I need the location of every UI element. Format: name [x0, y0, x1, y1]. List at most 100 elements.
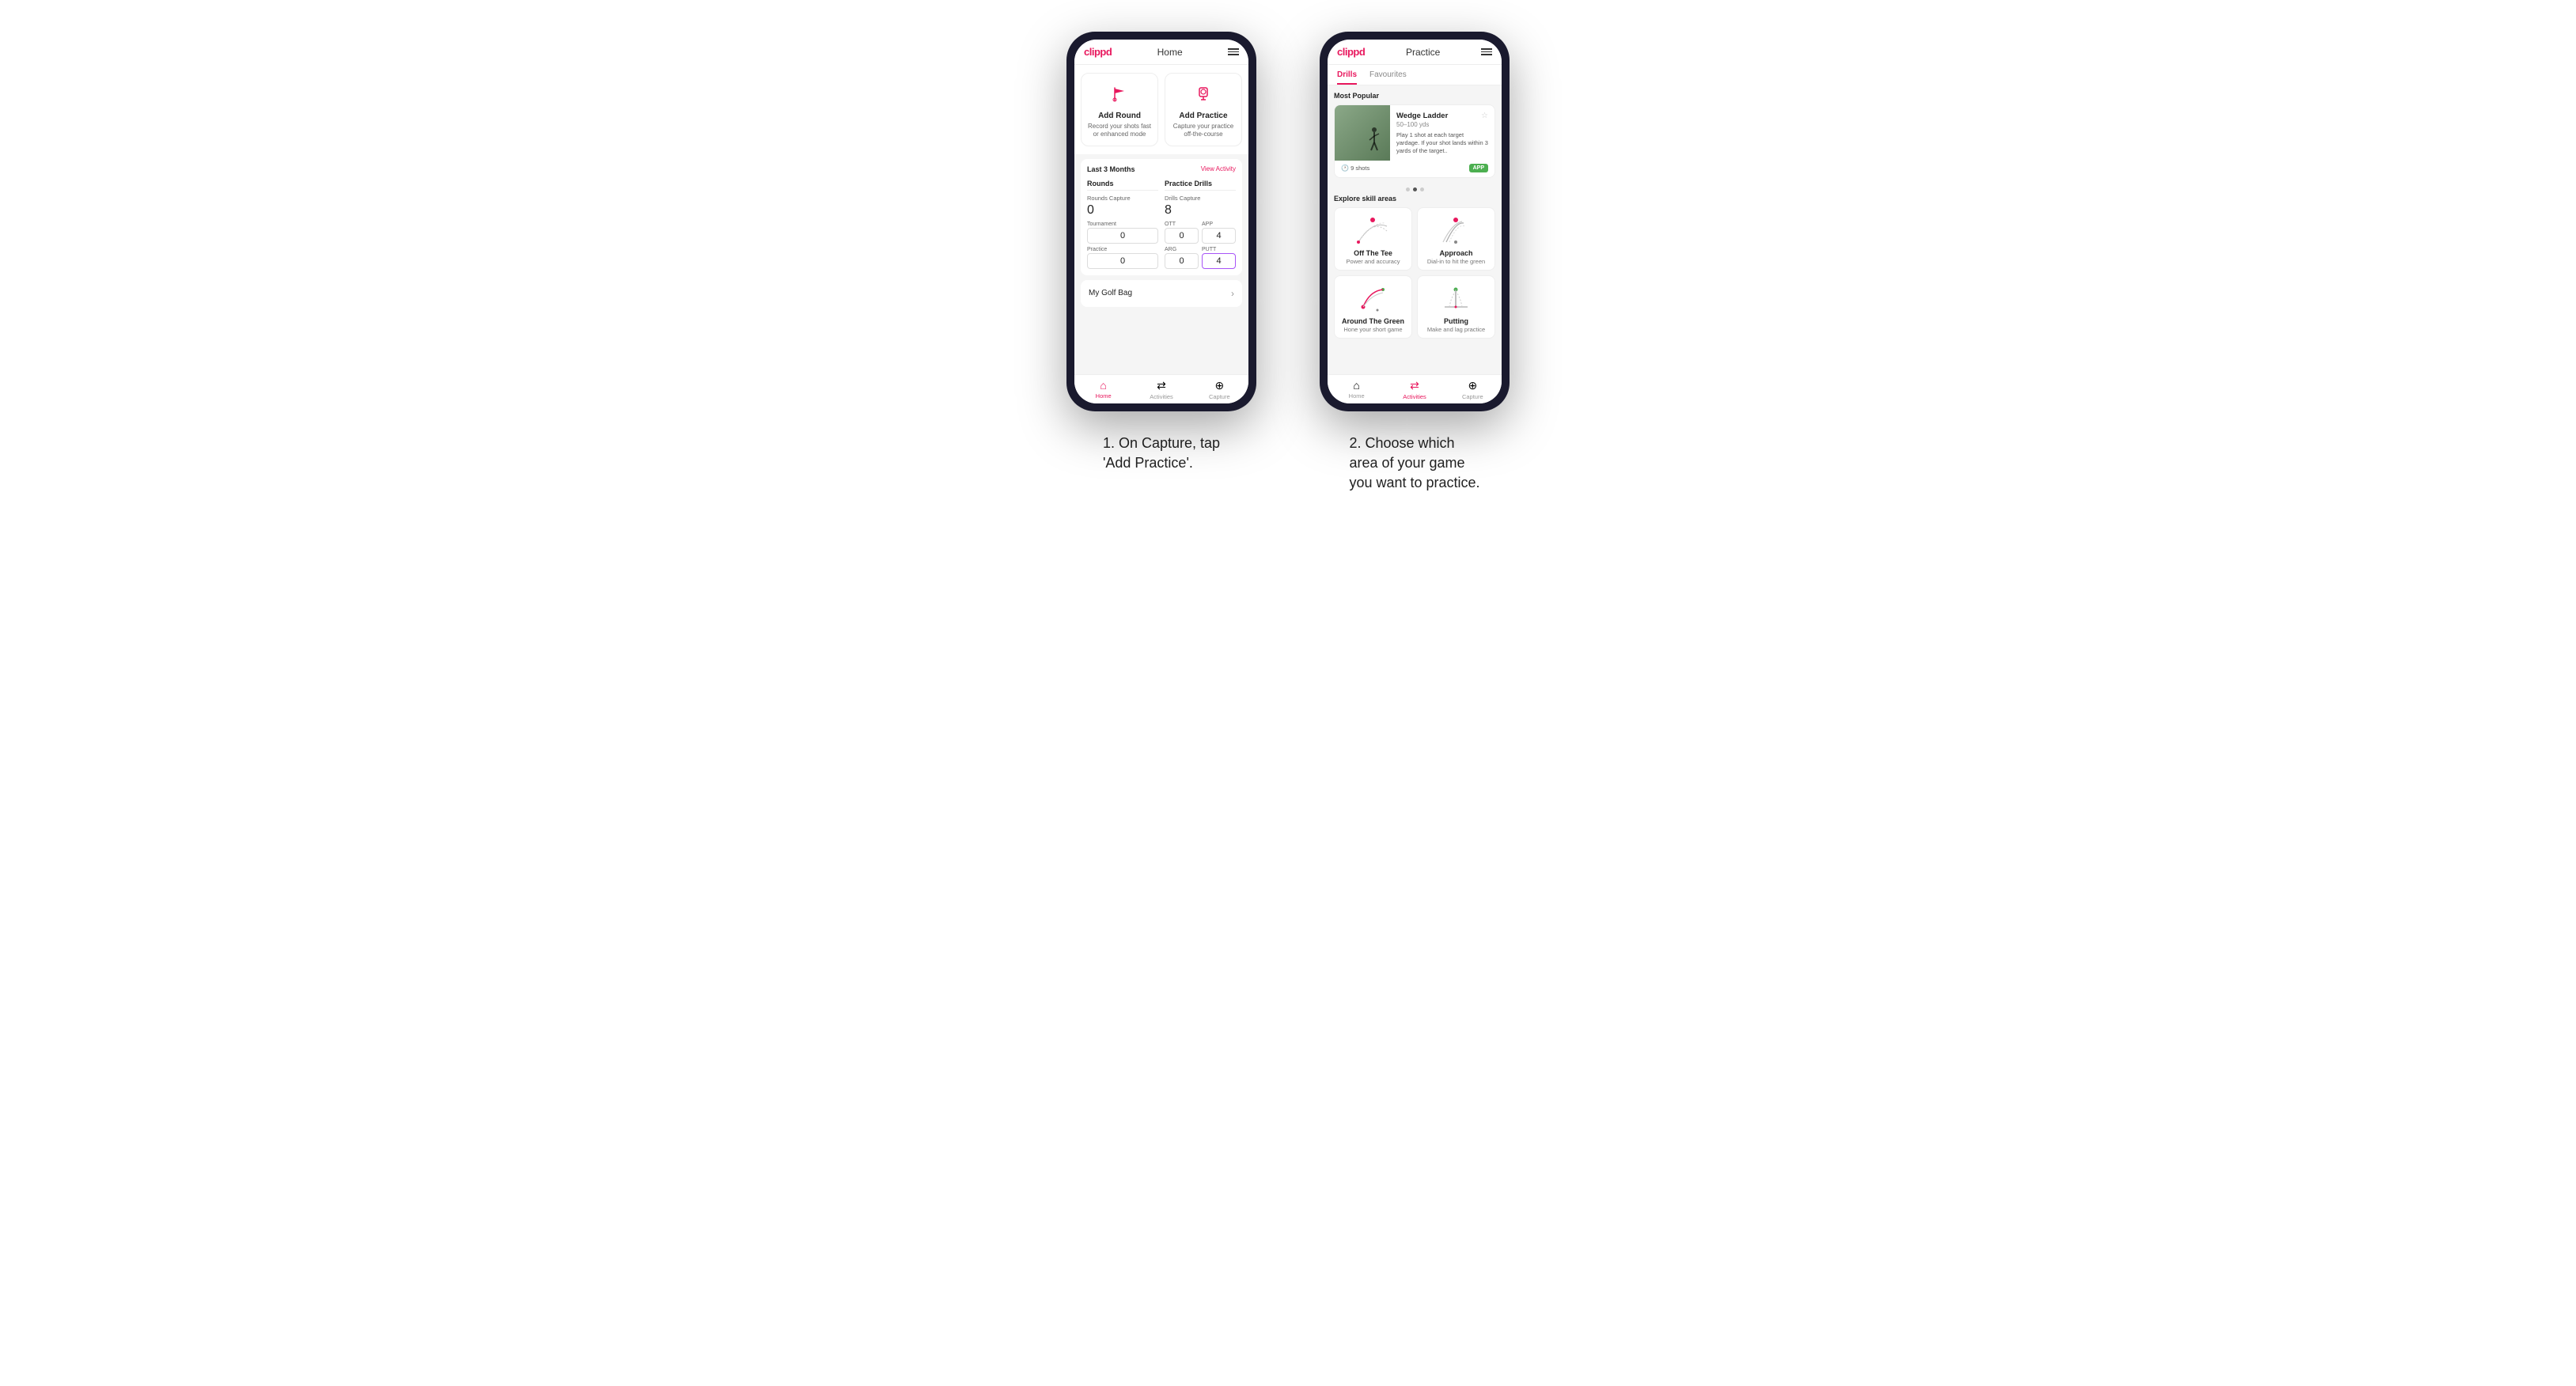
tournament-value: 0 — [1087, 228, 1158, 244]
golf-bag-row[interactable]: My Golf Bag › — [1081, 280, 1242, 307]
ott-value: 0 — [1165, 228, 1199, 244]
chevron-right-icon: › — [1231, 288, 1234, 299]
dot-3[interactable] — [1420, 187, 1424, 191]
putt-stat: PUTT 4 — [1202, 247, 1236, 269]
practice-sub-stats: Practice 0 — [1087, 247, 1158, 269]
shots-count: 9 shots — [1351, 165, 1369, 172]
nav-home-label-1: Home — [1096, 392, 1112, 400]
drills-row2: ARG 0 PUTT 4 — [1165, 247, 1236, 269]
capture-icon-2: ⊕ — [1468, 379, 1477, 392]
nav-home-label-2: Home — [1349, 392, 1365, 400]
phone-1: clippd Home — [1066, 32, 1256, 411]
putting-desc: Make and lag practice — [1427, 326, 1485, 333]
featured-drill-yards: 50–100 yds — [1396, 121, 1448, 128]
dot-2[interactable] — [1413, 187, 1417, 191]
drills-sub-stats: OTT 0 APP 4 — [1165, 222, 1236, 244]
practice-label: Practice — [1087, 247, 1158, 252]
around-the-green-desc: Hone your short game — [1343, 326, 1402, 333]
view-activity-link[interactable]: View Activity — [1201, 165, 1236, 172]
dot-1[interactable] — [1406, 187, 1410, 191]
home-icon-1: ⌂ — [1100, 379, 1106, 392]
around-the-green-title: Around The Green — [1342, 317, 1404, 325]
app-bar-title-2: Practice — [1406, 47, 1440, 58]
capture-icon-1: ⊕ — [1214, 379, 1224, 392]
phone-1-screen: clippd Home — [1074, 40, 1248, 403]
skill-card-around-the-green[interactable]: Around The Green Hone your short game — [1334, 275, 1412, 339]
hamburger-menu-2[interactable] — [1481, 48, 1492, 55]
nav-capture-label-1: Capture — [1209, 393, 1230, 400]
featured-drill-card[interactable]: Wedge Ladder 50–100 yds ☆ Play 1 shot at… — [1334, 104, 1495, 178]
phone-2-screen: clippd Practice Drills Favourites Most P… — [1328, 40, 1502, 403]
putt-value: 4 — [1202, 253, 1236, 269]
most-popular-label: Most Popular — [1334, 92, 1495, 100]
app-bar-1: clippd Home — [1074, 40, 1248, 65]
hamburger-menu-1[interactable] — [1228, 48, 1239, 55]
off-the-tee-desc: Power and accuracy — [1347, 258, 1400, 265]
nav-activities-2[interactable]: ⇄ Activities — [1385, 379, 1443, 400]
putting-icon — [1438, 282, 1474, 314]
app-value: 4 — [1202, 228, 1236, 244]
arg-stat: ARG 0 — [1165, 247, 1199, 269]
skill-card-off-the-tee[interactable]: Off The Tee Power and accuracy — [1334, 207, 1412, 271]
practice-value: 0 — [1087, 253, 1158, 269]
putting-title: Putting — [1444, 317, 1468, 325]
drills-title: Practice Drills — [1165, 180, 1236, 191]
phone-section-1: clippd Home — [1066, 32, 1256, 473]
golf-bag-label: My Golf Bag — [1089, 289, 1132, 297]
featured-drill-footer: 🕐 9 shots APP — [1335, 161, 1494, 177]
skill-card-putting[interactable]: Putting Make and lag practice — [1417, 275, 1495, 339]
screen-content-1: Add Round Record your shots fast or enha… — [1074, 65, 1248, 374]
nav-activities-label-2: Activities — [1403, 393, 1426, 400]
practice-content: Most Popular — [1328, 85, 1502, 374]
tabs-row: Drills Favourites — [1328, 65, 1502, 85]
tournament-stat: Tournament 0 — [1087, 222, 1158, 244]
bottom-nav-1: ⌂ Home ⇄ Activities ⊕ Capture — [1074, 374, 1248, 403]
around-the-green-icon — [1355, 282, 1391, 314]
featured-drill-title: Wedge Ladder — [1396, 112, 1448, 120]
skill-card-approach[interactable]: Approach Dial-in to hit the green — [1417, 207, 1495, 271]
caption-2: 2. Choose whicharea of your gameyou want… — [1349, 434, 1479, 494]
nav-home-1[interactable]: ⌂ Home — [1074, 379, 1132, 400]
target-icon — [1191, 81, 1216, 107]
stats-section: Last 3 Months View Activity Rounds Round… — [1081, 159, 1242, 275]
caption-1: 1. On Capture, tap'Add Practice'. — [1103, 434, 1220, 473]
nav-home-2[interactable]: ⌂ Home — [1328, 379, 1385, 400]
add-practice-desc: Capture your practice off-the-course — [1170, 123, 1237, 139]
nav-capture-1[interactable]: ⊕ Capture — [1191, 379, 1248, 400]
stats-period-label: Last 3 Months — [1087, 165, 1135, 173]
rounds-col: Rounds Rounds Capture 0 Tournament 0 — [1087, 180, 1158, 269]
skill-grid: Off The Tee Power and accuracy — [1334, 207, 1495, 339]
putt-label: PUTT — [1202, 247, 1236, 252]
approach-icon — [1438, 214, 1474, 246]
nav-activities-label-1: Activities — [1150, 393, 1173, 400]
add-practice-title: Add Practice — [1179, 112, 1227, 120]
app-stat: APP 4 — [1202, 222, 1236, 244]
nav-capture-2[interactable]: ⊕ Capture — [1444, 379, 1502, 400]
add-practice-card[interactable]: Add Practice Capture your practice off-t… — [1165, 73, 1242, 146]
app-bar-2: clippd Practice — [1328, 40, 1502, 65]
cards-row: Add Round Record your shots fast or enha… — [1074, 65, 1248, 154]
nav-capture-label-2: Capture — [1462, 393, 1483, 400]
activities-icon-1: ⇄ — [1157, 379, 1166, 392]
add-round-card[interactable]: Add Round Record your shots fast or enha… — [1081, 73, 1158, 146]
stats-cols: Rounds Rounds Capture 0 Tournament 0 — [1087, 180, 1236, 269]
stats-header: Last 3 Months View Activity — [1087, 165, 1236, 173]
ott-label: OTT — [1165, 222, 1199, 227]
featured-drill-desc: Play 1 shot at each target yardage. If y… — [1396, 131, 1488, 154]
flag-icon — [1107, 81, 1132, 107]
add-round-desc: Record your shots fast or enhanced mode — [1086, 123, 1153, 139]
rounds-sub-stats: Tournament 0 — [1087, 222, 1158, 244]
approach-title: Approach — [1439, 249, 1472, 257]
tab-drills[interactable]: Drills — [1337, 65, 1357, 85]
nav-activities-1[interactable]: ⇄ Activities — [1132, 379, 1190, 400]
approach-desc: Dial-in to hit the green — [1427, 258, 1485, 265]
star-icon[interactable]: ☆ — [1481, 112, 1488, 120]
app-logo-1: clippd — [1084, 46, 1112, 58]
add-round-title: Add Round — [1098, 112, 1141, 120]
off-the-tee-title: Off The Tee — [1354, 249, 1392, 257]
rounds-capture-value: 0 — [1087, 203, 1158, 218]
tab-favourites[interactable]: Favourites — [1369, 65, 1407, 85]
arg-label: ARG — [1165, 247, 1199, 252]
app-bar-title-1: Home — [1157, 47, 1183, 58]
phone-section-2: clippd Practice Drills Favourites Most P… — [1320, 32, 1510, 494]
